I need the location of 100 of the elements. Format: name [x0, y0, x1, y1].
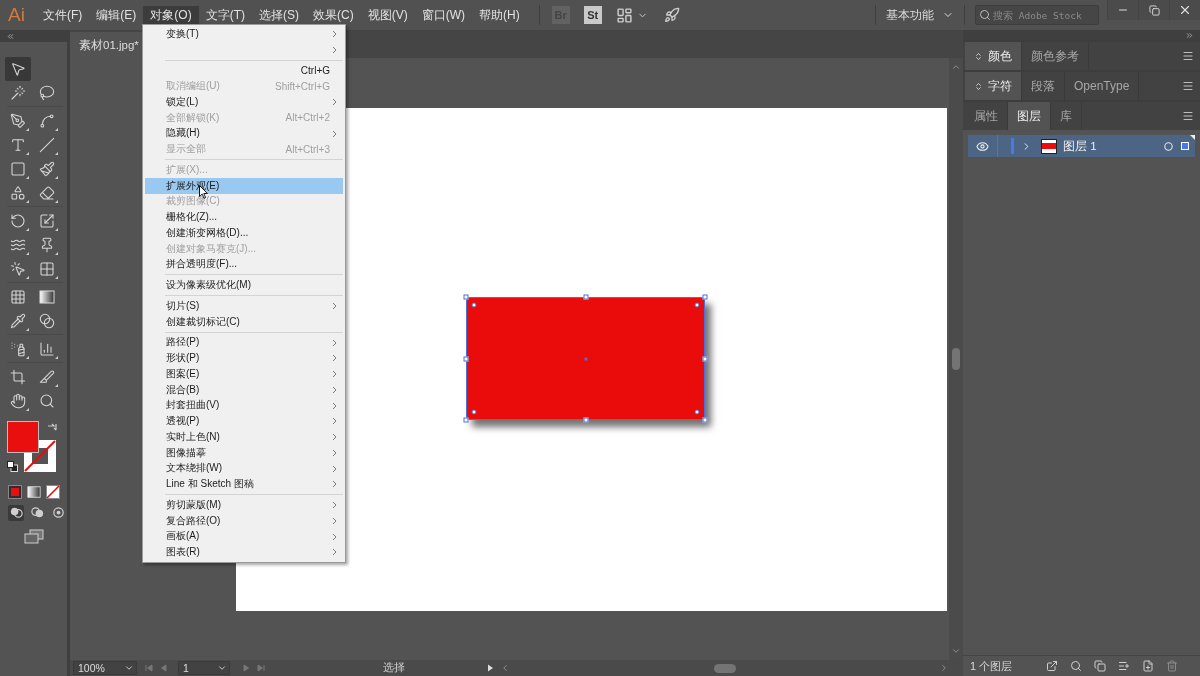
target-ring-icon[interactable]	[1164, 141, 1173, 151]
minimize-button[interactable]	[1107, 0, 1138, 20]
app-switch-button[interactable]: St	[583, 6, 602, 24]
draw-mode-button[interactable]	[8, 504, 24, 521]
selection-handle[interactable]	[463, 356, 469, 361]
search-field[interactable]: 搜索 Adobe Stock	[975, 5, 1099, 25]
menubar-menu[interactable]: 对象(O)	[143, 6, 199, 24]
menu-item[interactable]: 实时上色(N)	[145, 429, 343, 445]
screen-mode-icon[interactable]	[23, 529, 44, 544]
menu-item[interactable]: 形状(P)	[145, 350, 343, 366]
menubar-menu[interactable]: 编辑(E)	[89, 6, 144, 24]
menubar-menu[interactable]: 帮助(H)	[472, 6, 527, 24]
arrange-documents-button[interactable]	[615, 6, 648, 24]
menu-item[interactable]: 栅格化(Z)...	[145, 209, 343, 225]
layout-icon	[615, 6, 633, 24]
file-plus-icon	[1142, 660, 1154, 672]
selection-handle[interactable]	[463, 294, 469, 300]
scrollbar-thumb[interactable]	[713, 663, 736, 673]
menu-item[interactable]: 文本绕排(W)	[145, 460, 343, 477]
close-button[interactable]	[1169, 0, 1200, 20]
selection-handle[interactable]	[583, 294, 588, 300]
overlapping-squares-icon	[1094, 660, 1106, 672]
menubar-menu[interactable]: 文件(F)	[36, 6, 90, 24]
shortcut-text: Ctrl+G	[300, 64, 330, 76]
scrollbar-thumb[interactable]	[952, 348, 960, 370]
menu-item[interactable]: 隐藏(H)	[145, 125, 343, 142]
concentric-circles-icon	[50, 505, 66, 520]
paintbrush-icon	[39, 161, 55, 177]
grid-icon	[39, 261, 55, 277]
tool-button[interactable]	[5, 57, 31, 81]
workspace-switcher[interactable]: 基本功能	[886, 6, 954, 24]
panel-tab[interactable]: 颜色参考	[1022, 42, 1089, 70]
eyedropper-icon	[10, 313, 26, 329]
menubar-menu[interactable]: 窗口(W)	[414, 6, 472, 24]
draw-mode-button[interactable]	[50, 504, 66, 521]
overlapping-circles-icon	[8, 505, 24, 520]
corner-widget[interactable]	[694, 302, 700, 308]
selection-square-icon[interactable]	[1181, 142, 1189, 150]
menu-item[interactable]: 创建裁切标记(C)	[145, 313, 343, 330]
zoom-dropdown[interactable]: 100%	[73, 661, 137, 675]
menu-item[interactable]: Line 和 Sketch 图稿	[145, 476, 343, 492]
menu-item[interactable]: 锁定(L)	[145, 94, 343, 110]
menu-item[interactable]: 透视(P)	[145, 413, 343, 429]
corner-widget[interactable]	[471, 409, 477, 415]
panel-tab[interactable]: 颜色	[965, 42, 1022, 70]
blend-icon	[39, 313, 55, 329]
collapse-icon[interactable]	[1185, 30, 1194, 40]
menu-item[interactable]: 图案(E)	[145, 366, 343, 382]
layer-row[interactable]: 图层 1	[968, 135, 1195, 157]
collapse-arrows-icon	[974, 51, 983, 61]
menu-item[interactable]: 变换(T)	[145, 26, 343, 42]
menu-item[interactable]: 剪切蒙版(M)	[145, 497, 343, 513]
selection-handle[interactable]	[463, 417, 469, 423]
menu-item[interactable]: 路径(P)	[145, 334, 343, 351]
selection-handle[interactable]	[702, 294, 708, 300]
menu-item[interactable]: 封套扭曲(V)	[145, 397, 343, 414]
gradient-icon	[39, 289, 55, 305]
default-colors-icon[interactable]	[7, 461, 18, 472]
status-menu-icon[interactable]	[487, 664, 494, 672]
pointer-click-icon	[10, 261, 26, 277]
menu-item[interactable]: 复合路径(O)	[145, 512, 343, 529]
artboard-dropdown[interactable]: 1	[178, 661, 230, 675]
arrow-pointer-icon	[10, 61, 26, 77]
selection-handle[interactable]	[702, 417, 708, 423]
fill-swatch[interactable]	[7, 421, 39, 453]
menu-item[interactable]: 图像描摹	[145, 444, 343, 461]
panel-tab[interactable]: 字符	[965, 72, 1022, 100]
panel-tab[interactable]: 段落	[1022, 72, 1065, 100]
collapse-icon[interactable]	[6, 31, 15, 41]
trash-icon	[1166, 660, 1178, 672]
panel-tab[interactable]: OpenType	[1065, 72, 1140, 100]
menu-item[interactable]: 图表(R)	[145, 544, 343, 560]
panel-tab[interactable]: 图层	[1008, 102, 1051, 130]
menu-item[interactable]: 设为像素级优化(M)	[145, 277, 343, 293]
corner-widget[interactable]	[471, 302, 477, 308]
restore-button[interactable]	[1138, 0, 1169, 20]
overlapping-circles-icon	[29, 505, 45, 520]
menu-item[interactable]: 混合(B)	[145, 381, 343, 398]
menu-item[interactable]: 拼合透明度(F)...	[145, 256, 343, 273]
menu-item[interactable]: 创建渐变网格(D)...	[145, 225, 343, 241]
selection-handle[interactable]	[702, 356, 708, 361]
none-mode-icon[interactable]	[46, 484, 60, 499]
pen-icon	[10, 113, 26, 129]
menubar-menu[interactable]: 视图(V)	[360, 6, 415, 24]
rectangle-icon	[10, 161, 26, 177]
visibility-eye-icon[interactable]	[976, 139, 989, 153]
line-icon	[39, 137, 55, 153]
selection-handle[interactable]	[583, 417, 588, 423]
menubar-menu[interactable]: 文字(T)	[198, 6, 252, 24]
status-text: 选择	[382, 661, 406, 675]
corner-widget[interactable]	[694, 409, 700, 415]
gradient-mode-icon[interactable]	[27, 484, 41, 499]
menu-item[interactable]: 画板(A)	[145, 528, 343, 545]
menubar-menu[interactable]: 选择(S)	[252, 6, 306, 24]
color-mode-icon[interactable]	[8, 484, 22, 499]
menubar-menu[interactable]: 效果(C)	[306, 6, 361, 24]
gpu-performance-button[interactable]	[663, 7, 680, 23]
eraser-icon	[39, 185, 55, 201]
search-icon	[979, 9, 991, 21]
menu-item[interactable]: 切片(S)	[145, 298, 343, 314]
